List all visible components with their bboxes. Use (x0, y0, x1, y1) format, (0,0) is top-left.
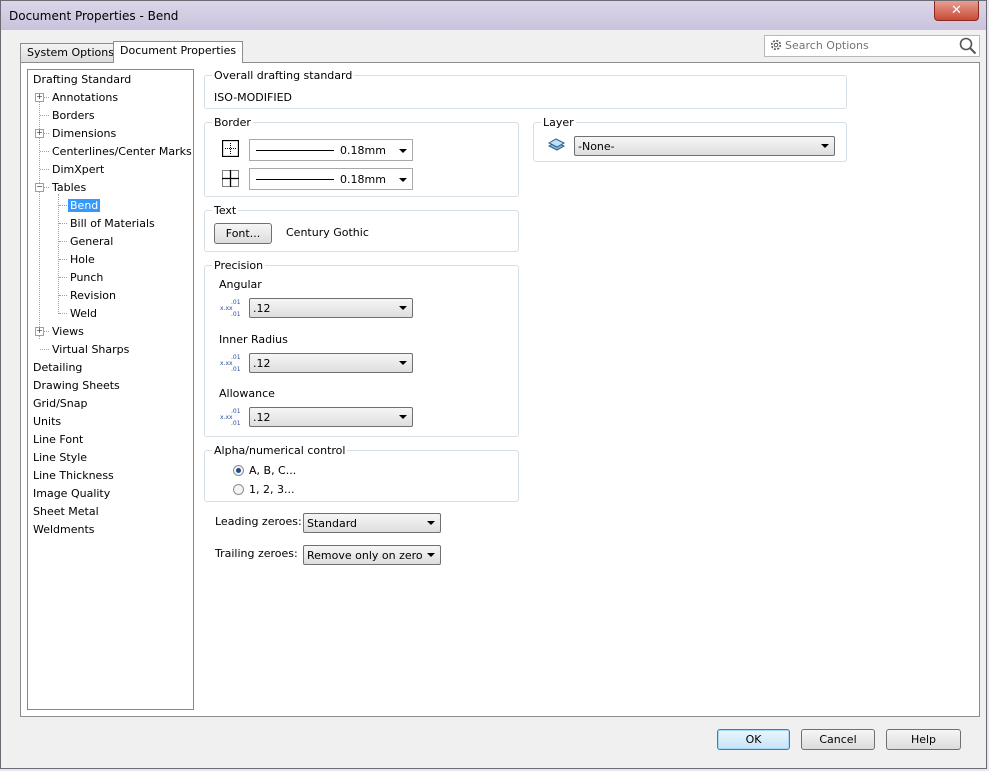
allowance-label: Allowance (219, 387, 275, 400)
inner-radius-precision-select[interactable]: .12 (249, 353, 413, 373)
dialog-window: Document Properties - Bend ✕ System Opti… (0, 0, 987, 769)
allowance-value: .12 (253, 411, 271, 424)
search-box[interactable] (764, 35, 980, 57)
layer-title: Layer (541, 116, 576, 129)
tree-item-sheet-metal[interactable]: Sheet Metal (31, 504, 101, 519)
overall-standard-title: Overall drafting standard (212, 69, 355, 82)
radio-alpha[interactable] (233, 465, 244, 476)
tree-item-bend[interactable]: Bend (68, 198, 101, 213)
tree-item-borders[interactable]: Borders (50, 108, 97, 123)
tree-item-dimxpert[interactable]: DimXpert (50, 162, 106, 177)
tree-item-revision[interactable]: Revision (68, 288, 118, 303)
tree-item-weldments[interactable]: Weldments (31, 522, 97, 537)
ok-button[interactable]: OK (717, 729, 790, 750)
dialog-client: System Options Document Properties Searc… (8, 30, 980, 763)
tree-item-annotations[interactable]: Annotations (50, 90, 120, 105)
tree-item-weld[interactable]: Weld (68, 306, 99, 321)
tree-item-views[interactable]: Views (50, 324, 86, 339)
trailing-zeroes-label: Trailing zeroes: (215, 547, 298, 560)
tree-item-punch[interactable]: Punch (68, 270, 105, 285)
border-outer-value: 0.18mm (340, 144, 386, 157)
border-inner-value: 0.18mm (340, 173, 386, 186)
tree-item-units[interactable]: Units (31, 414, 63, 429)
layer-value: -None- (578, 140, 615, 153)
alpha-numerical-title: Alpha/numerical control (212, 444, 348, 457)
cancel-button[interactable]: Cancel (801, 729, 875, 750)
tab-document-properties[interactable]: Document Properties (113, 41, 244, 63)
tree-item-line-font[interactable]: Line Font (31, 432, 85, 447)
tree-item-grid-snap[interactable]: Grid/Snap (31, 396, 89, 411)
expand-toggle-dimensions[interactable]: + (35, 129, 44, 138)
close-button[interactable]: ✕ (934, 1, 979, 21)
gear-icon[interactable] (769, 38, 783, 52)
trailing-zeroes-select[interactable]: Remove only on zero (303, 545, 441, 565)
expand-toggle-annotations[interactable]: + (35, 93, 44, 102)
title-bar[interactable]: Document Properties - Bend ✕ (1, 1, 986, 30)
chevron-down-icon (399, 306, 407, 310)
tree-item-centerlines[interactable]: Centerlines/Center Marks (50, 144, 194, 159)
tab-system-options[interactable]: System Options (20, 43, 121, 63)
tree-item-bill-of-materials[interactable]: Bill of Materials (68, 216, 157, 231)
window-title: Document Properties - Bend (9, 9, 179, 23)
tree-item-image-quality[interactable]: Image Quality (31, 486, 112, 501)
angular-label: Angular (219, 278, 262, 291)
border-title: Border (212, 116, 253, 129)
border-outer-thickness-select[interactable]: 0.18mm (249, 139, 413, 161)
tree-item-drawing-sheets[interactable]: Drawing Sheets (31, 378, 122, 393)
collapse-toggle-tables[interactable]: − (35, 183, 44, 192)
inner-radius-label: Inner Radius (219, 333, 288, 346)
overall-standard-group: Overall drafting standard (204, 69, 847, 109)
layer-select[interactable]: -None- (574, 136, 835, 156)
border-inner-thickness-select[interactable]: 0.18mm (249, 168, 413, 190)
border-outer-icon (222, 140, 239, 157)
tree-item-line-style[interactable]: Line Style (31, 450, 89, 465)
chevron-down-icon (399, 361, 407, 365)
tree-item-virtual-sharps[interactable]: Virtual Sharps (50, 342, 131, 357)
angular-precision-select[interactable]: .12 (249, 298, 413, 318)
overall-standard-value: ISO-MODIFIED (214, 91, 293, 104)
tree-item-line-thickness[interactable]: Line Thickness (31, 468, 116, 483)
tree-item-dimensions[interactable]: Dimensions (50, 126, 118, 141)
tree-item-detailing[interactable]: Detailing (31, 360, 84, 375)
tab-panel: + + − + Drafting Standard Annotations Bo… (20, 62, 980, 717)
chevron-down-icon (399, 415, 407, 419)
angular-value: .12 (253, 302, 271, 315)
expand-toggle-views[interactable]: + (35, 327, 44, 336)
precision-icon: .01 x.xx .01 (220, 354, 241, 373)
help-button[interactable]: Help (886, 729, 961, 750)
options-tree[interactable]: + + − + Drafting Standard Annotations Bo… (27, 69, 194, 710)
trailing-zeroes-value: Remove only on zero (307, 549, 423, 562)
radio-numeric[interactable] (233, 484, 244, 495)
tree-item-drafting-standard[interactable]: Drafting Standard (31, 72, 133, 87)
search-icon[interactable] (959, 37, 977, 55)
radio-numeric-label[interactable]: 1, 2, 3... (249, 483, 294, 497)
tree-item-hole[interactable]: Hole (68, 252, 97, 267)
inner-radius-value: .12 (253, 357, 271, 370)
font-name: Century Gothic (286, 226, 369, 239)
leading-zeroes-label: Leading zeroes: (215, 515, 302, 528)
chevron-down-icon (821, 144, 829, 148)
text-title: Text (212, 204, 239, 217)
chevron-down-icon (399, 178, 407, 182)
layers-icon (547, 138, 566, 151)
leading-zeroes-select[interactable]: Standard (303, 513, 441, 533)
border-inner-icon (222, 170, 239, 187)
tree-item-general[interactable]: General (68, 234, 115, 249)
allowance-precision-select[interactable]: .12 (249, 407, 413, 427)
radio-alpha-label[interactable]: A, B, C... (249, 464, 296, 478)
precision-icon: .01 x.xx .01 (220, 408, 241, 427)
search-input[interactable] (785, 38, 953, 53)
tree-item-tables[interactable]: Tables (50, 180, 88, 195)
precision-icon: .01 x.xx .01 (220, 299, 241, 318)
font-button[interactable]: Font... (214, 223, 272, 244)
chevron-down-icon (427, 521, 435, 525)
precision-title: Precision (212, 259, 266, 272)
chevron-down-icon (427, 553, 435, 557)
chevron-down-icon (399, 149, 407, 153)
leading-zeroes-value: Standard (307, 517, 358, 530)
